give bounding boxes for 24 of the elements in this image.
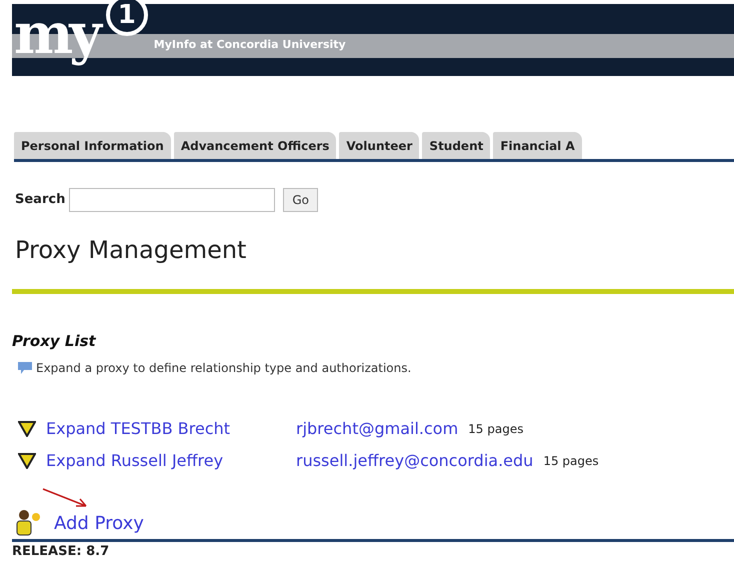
banner-title: MyInfo at Concordia University <box>154 36 346 53</box>
section-heading: Proxy List <box>12 331 97 352</box>
triangle-icon <box>18 452 36 468</box>
triangle-icon <box>18 420 36 436</box>
expand-link[interactable]: Expand Russell Jeffrey <box>46 448 296 472</box>
page-count: 15 pages <box>543 452 599 470</box>
tab[interactable]: Financial A <box>493 132 582 159</box>
logo-badge: 1 <box>106 0 148 36</box>
page-title: Proxy Management <box>15 235 248 266</box>
add-proxy-link[interactable]: Add Proxy <box>54 510 144 536</box>
release-label: RELEASE: 8.7 <box>12 542 110 560</box>
help-text: Expand a proxy to define relationship type and authorizations. <box>36 360 412 376</box>
search-field[interactable] <box>69 188 276 212</box>
search-label: Search <box>15 191 66 210</box>
page-count: 15 pages <box>468 420 524 438</box>
email-link[interactable]: russell.jeffrey@concordia.edu <box>296 448 534 472</box>
expand-link[interactable]: Expand TESTBB Brecht <box>46 416 296 440</box>
tab[interactable]: Advancement Officers <box>174 132 336 159</box>
email-link[interactable]: rjbrecht@gmail.com <box>296 416 458 440</box>
tab[interactable]: Personal Information <box>14 132 171 159</box>
go-button[interactable]: Go <box>283 188 318 212</box>
speech-bubble-icon <box>18 362 32 374</box>
tab[interactable]: Volunteer <box>339 132 420 159</box>
tab[interactable]: Student <box>422 132 490 159</box>
